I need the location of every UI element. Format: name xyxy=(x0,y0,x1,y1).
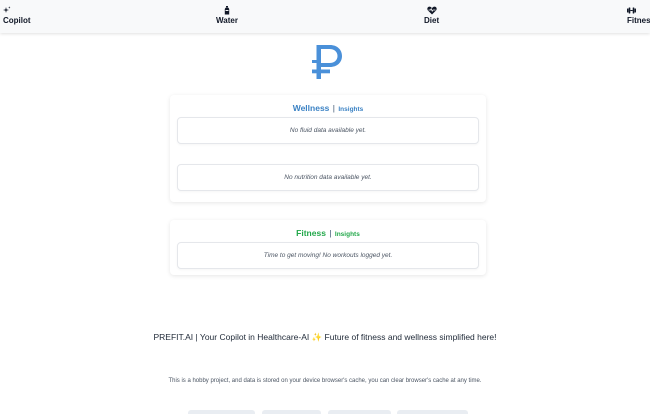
title-separator: | xyxy=(332,103,335,113)
footer-button[interactable] xyxy=(188,410,255,414)
wellness-card-title: Wellness | Insights xyxy=(170,103,486,113)
workout-empty-text: Time to get moving! No workouts logged y… xyxy=(263,252,393,259)
nav-item-diet[interactable]: Diet xyxy=(424,6,439,25)
wellness-subtitle: Insights xyxy=(338,106,364,113)
bottle-icon xyxy=(224,6,230,15)
nav-item-copilot[interactable]: Copilot xyxy=(3,6,31,25)
sparkle-icon xyxy=(3,6,11,15)
wellness-title: Wellness xyxy=(292,103,330,113)
fluid-empty-state: No fluid data available yet. xyxy=(177,117,479,144)
nutrition-empty-text: No nutrition data available yet. xyxy=(284,174,372,181)
nav-item-water[interactable]: Water xyxy=(216,6,238,25)
dumbbell-icon xyxy=(627,6,636,15)
footer-disclaimer: This is a hobby project, and data is sto… xyxy=(168,378,482,384)
fitness-subtitle: Insights xyxy=(334,231,360,238)
fitness-insights-card: Fitness | Insights Time to get moving! N… xyxy=(170,220,486,275)
workout-empty-state: Time to get moving! No workouts logged y… xyxy=(177,242,479,269)
wellness-insights-card: Wellness | Insights No fluid data availa… xyxy=(170,95,486,202)
nav-item-fitness[interactable]: Fitness xyxy=(627,6,650,25)
nav-label-water: Water xyxy=(216,16,238,25)
heart-pulse-icon xyxy=(426,6,437,15)
fluid-empty-text: No fluid data available yet. xyxy=(289,127,367,134)
app-page: Copilot Water Diet Fitnes Wellness | Ins… xyxy=(0,0,650,414)
fitness-title: Fitness xyxy=(296,228,326,238)
footer-button[interactable] xyxy=(397,410,468,414)
footer-button[interactable] xyxy=(328,410,391,414)
fitness-card-title: Fitness | Insights xyxy=(170,228,486,238)
footer-tagline: PREFIT.AI | Your Copilot in Healthcare-A… xyxy=(153,332,497,342)
footer-button[interactable] xyxy=(262,410,321,414)
top-navigation: Copilot Water Diet Fitnes xyxy=(0,0,650,33)
nav-label-diet: Diet xyxy=(424,16,440,25)
nutrition-empty-state: No nutrition data available yet. xyxy=(177,164,479,191)
title-separator: | xyxy=(329,228,332,238)
ruble-p-logo xyxy=(308,43,346,81)
nav-label-copilot: Copilot xyxy=(3,16,31,25)
nav-label-fitness: Fitness xyxy=(627,16,650,25)
